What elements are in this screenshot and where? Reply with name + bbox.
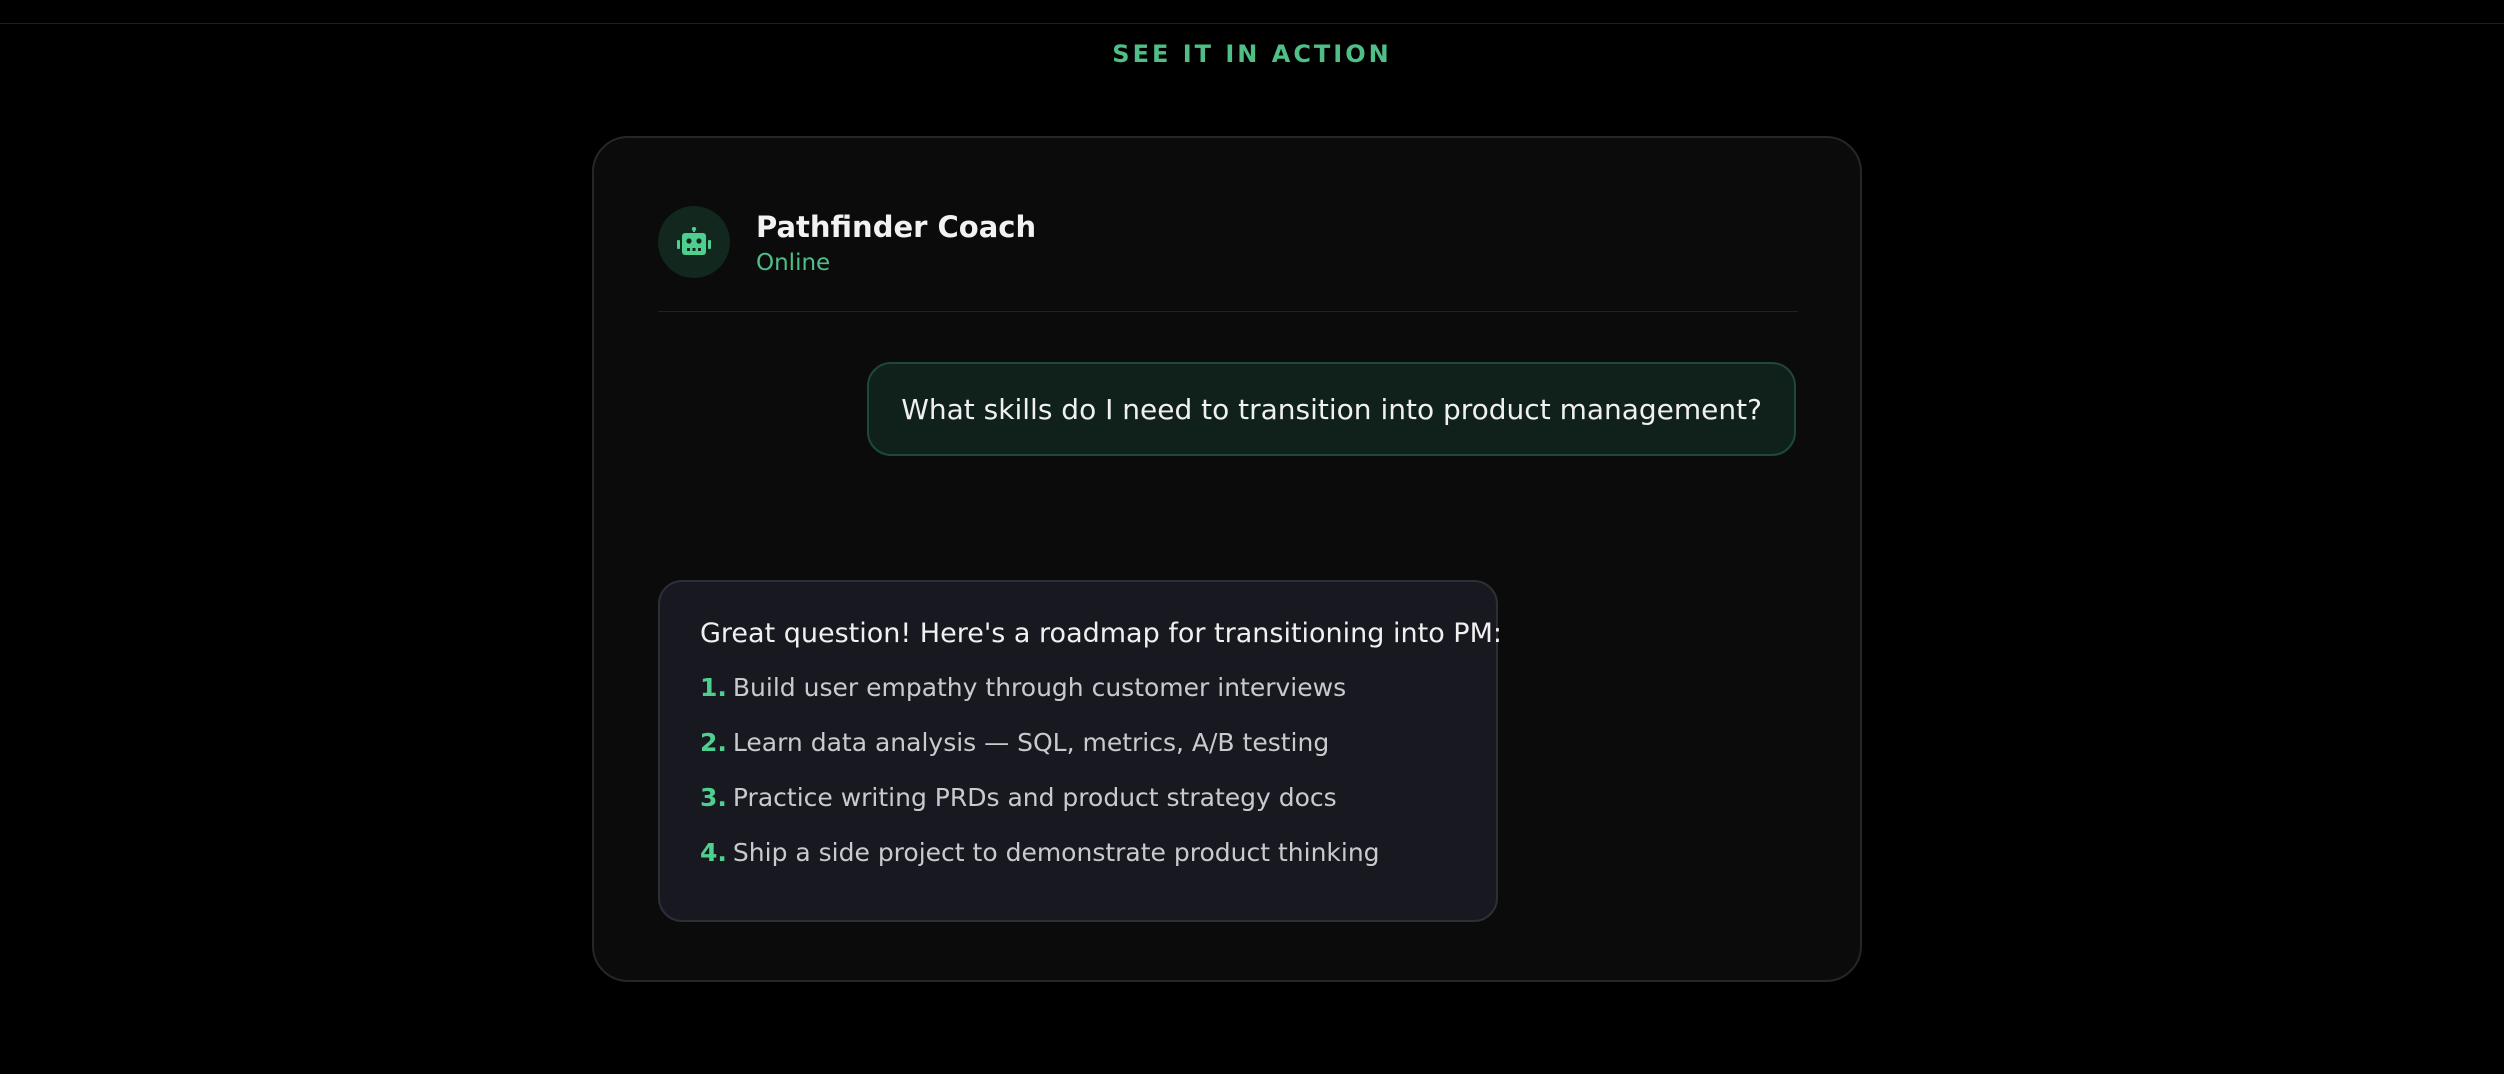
step-text: Practice writing PRDs and product strate… — [732, 783, 1337, 812]
header-divider — [658, 311, 1798, 312]
roadmap-step: 2. Learn data analysis — SQL, metrics, A/… — [700, 726, 1456, 760]
bot-status: Online — [756, 250, 831, 276]
step-number: 4. — [700, 838, 727, 867]
chat-preview-card: Pathfinder Coach Online What skills do I… — [592, 136, 1862, 982]
section-eyebrow: SEE IT IN ACTION — [1112, 40, 1392, 68]
step-number: 2. — [700, 728, 727, 757]
roadmap-list: 1. Build user empathy through customer in… — [700, 671, 1456, 870]
user-message-bubble: What skills do I need to transition into… — [867, 362, 1796, 456]
chat-header: Pathfinder Coach Online — [658, 204, 1798, 288]
bot-name: Pathfinder Coach — [756, 210, 1037, 244]
top-divider — [0, 23, 2504, 24]
step-text: Learn data analysis — SQL, metrics, A/B … — [732, 728, 1330, 757]
user-message-text: What skills do I need to transition into… — [901, 392, 1762, 426]
page: SEE IT IN ACTION Pathfinder Coach Online… — [0, 0, 2504, 1074]
avatar — [658, 206, 730, 278]
step-text: Ship a side project to demonstrate produ… — [732, 838, 1380, 867]
step-number: 3. — [700, 783, 727, 812]
step-text: Build user empathy through customer inte… — [732, 673, 1347, 702]
bot-reply-bubble: Great question! Here's a roadmap for tra… — [658, 580, 1502, 922]
robot-icon — [677, 227, 711, 255]
roadmap-step: 1. Build user empathy through customer in… — [700, 671, 1456, 705]
bot-reply-intro: Great question! Here's a roadmap for tra… — [700, 618, 1502, 649]
step-number: 1. — [700, 673, 727, 702]
roadmap-step: 3. Practice writing PRDs and product stra… — [700, 781, 1456, 815]
roadmap-step: 4. Ship a side project to demonstrate pro… — [700, 836, 1456, 870]
